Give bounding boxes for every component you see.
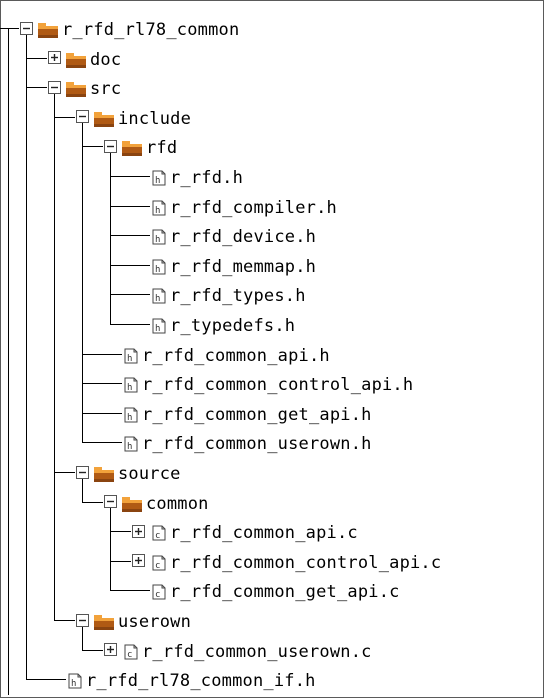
folder-icon [94,614,114,630]
tree-item-label: src [90,79,122,100]
tree-file-row[interactable]: c r_rfd_common_get_api.c [0,575,540,605]
tree-file-row[interactable]: h r_rfd_common_control_api.h [0,368,540,398]
svg-text:h: h [155,235,160,245]
svg-text:h: h [127,354,132,364]
h-file-icon: h [152,318,166,334]
h-file-icon: h [152,200,166,216]
tree-folder-row[interactable]: doc [0,43,540,73]
h-file-icon: h [152,288,166,304]
tree-file-row[interactable]: h r_rfd_device.h [0,220,540,250]
tree-item-label: r_rfd_rl78_common [62,20,240,40]
tree-item-label: r_rfd_compiler.h [170,197,337,218]
h-file-icon: h [124,407,138,423]
tree-file-row[interactable]: c r_rfd_common_userown.c [0,635,540,665]
c-file-icon: c [152,555,166,571]
tree-folder-row[interactable]: source [0,457,540,487]
tree-folder-row[interactable]: userown [0,605,540,635]
tree-item-label: r_rfd.h [170,168,244,188]
c-file-icon: c [152,525,166,541]
tree-file-row[interactable]: c r_rfd_common_api.c [0,516,540,546]
svg-text:h: h [127,383,132,393]
expand-toggle-icon[interactable] [104,643,117,657]
tree-item-label: r_rfd_common_get_api.c [170,582,400,603]
tree-item-label: r_rfd_common_userown.c [142,641,372,662]
tree-item-label: r_rfd_device.h [170,227,317,248]
h-file-icon: h [152,259,166,275]
h-file-icon: h [124,348,138,364]
tree-item-label: source [118,464,181,484]
tree-file-row[interactable]: h r_typedefs.h [0,309,540,339]
collapse-toggle-icon[interactable] [20,21,33,35]
tree-item-label: common [146,493,209,514]
tree-file-row[interactable]: h r_rfd_memmap.h [0,250,540,280]
tree-item-label: r_rfd_common_control_api.h [142,375,414,396]
svg-text:h: h [71,679,76,689]
h-file-icon: h [68,673,82,689]
tree-item-label: r_rfd_rl78_common_if.h [86,671,316,692]
tree-item-label: r_typedefs.h [170,316,296,336]
expand-toggle-icon[interactable] [132,554,145,568]
svg-text:c: c [155,531,160,541]
tree-item-label: rfd [146,138,178,159]
folder-icon [38,22,58,38]
tree-folder-row[interactable]: include [0,102,540,132]
svg-text:c: c [155,590,160,600]
folder-icon [66,81,86,98]
tree-folder-row[interactable]: rfd [0,131,540,161]
tree-file-row[interactable]: h r_rfd_compiler.h [0,191,540,221]
svg-text:h: h [155,294,160,304]
tree-file-row[interactable]: h r_rfd_types.h [0,279,540,309]
svg-text:c: c [155,561,160,571]
tree-item-label: r_rfd_common_api.c [170,523,358,544]
svg-text:h: h [155,176,160,186]
svg-text:c: c [127,650,132,660]
svg-text:h: h [155,324,160,334]
collapse-toggle-icon[interactable] [104,495,117,509]
collapse-toggle-icon[interactable] [76,613,89,627]
tree-folder-row[interactable]: common [0,487,540,517]
tree-file-row[interactable]: h r_rfd_common_get_api.h [0,398,540,428]
folder-icon [94,466,114,482]
tree-file-row[interactable]: h r_rfd_rl78_common_if.h [0,664,540,694]
tree-file-row[interactable]: c r_rfd_common_control_api.c [0,546,540,576]
c-file-icon: c [124,644,138,660]
h-file-icon: h [152,170,166,186]
folder-icon [94,111,114,127]
c-file-icon: c [152,584,166,600]
expand-toggle-icon[interactable] [132,524,145,538]
h-file-icon: h [124,377,138,393]
tree-item-label: r_rfd_common_control_api.c [170,552,442,573]
collapse-toggle-icon[interactable] [76,465,89,479]
expand-toggle-icon[interactable] [48,51,61,65]
folder-icon [66,52,86,68]
tree-file-row[interactable]: h r_rfd_common_userown.h [0,427,540,457]
folder-icon [122,140,142,157]
collapse-toggle-icon[interactable] [48,80,61,94]
svg-text:h: h [155,265,160,275]
tree-folder-row[interactable]: src [0,72,540,102]
tree-item-label: r_rfd_types.h [170,286,306,307]
h-file-icon: h [124,436,138,452]
h-file-icon: h [152,229,166,245]
tree-item-label: r_rfd_common_api.h [142,345,330,366]
tree-item-label: r_rfd_common_userown.h [142,434,372,455]
tree-folder-row[interactable]: r_rfd_rl78_common [0,13,540,43]
svg-text:h: h [127,442,132,452]
tree-item-label: userown [118,612,192,632]
folder-icon [122,496,142,512]
tree-file-row[interactable]: h r_rfd_common_api.h [0,339,540,369]
tree-item-label: include [118,108,192,129]
collapse-toggle-icon[interactable] [76,110,89,124]
tree-item-label: r_rfd_common_get_api.h [142,404,372,425]
project-tree[interactable]: r_rfd_rl78_common doc src include rfd h … [0,0,544,698]
tree-file-row[interactable]: h r_rfd.h [0,161,540,191]
svg-text:h: h [127,413,132,423]
collapse-toggle-icon[interactable] [104,139,117,153]
svg-text:h: h [155,206,160,216]
tree-item-label: doc [90,49,122,70]
tree-item-label: r_rfd_memmap.h [170,256,317,277]
